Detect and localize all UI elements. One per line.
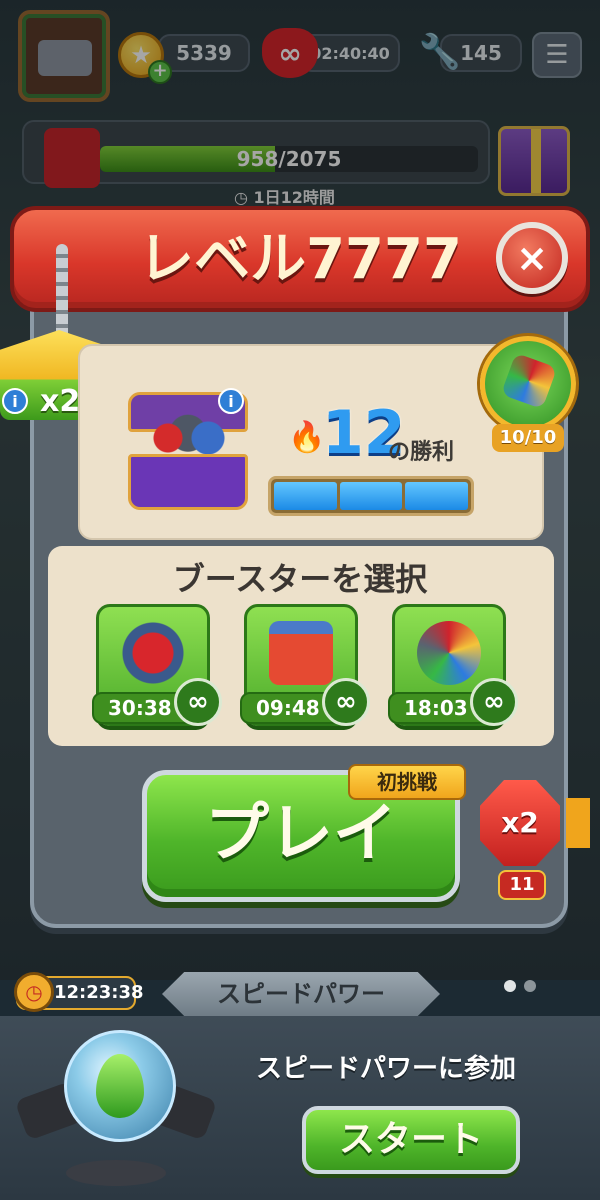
chest-body <box>128 454 248 510</box>
page-indicator[interactable] <box>504 980 536 992</box>
booster-rocket-infinity-icon: ∞ <box>174 678 222 726</box>
page-dot[interactable] <box>524 980 536 992</box>
start-button[interactable]: スタート <box>302 1106 520 1174</box>
multiplier-badge-count: 11 <box>498 870 546 900</box>
gem-cluster-icon <box>500 352 558 410</box>
booster-dynamite-infinity: ∞ <box>335 687 357 717</box>
boosters-title: ブースターを選択 <box>172 560 428 598</box>
multiplier-badge[interactable]: x2 <box>480 780 560 866</box>
chain-icon <box>56 244 68 344</box>
stand-base <box>66 1160 166 1186</box>
alarm-clock-icon: ◷ <box>14 972 54 1012</box>
multiplier-tag-label: x2 <box>40 384 81 419</box>
streak-segment <box>405 482 469 510</box>
multiplier-ribbon <box>566 798 590 848</box>
tag-info-glyph: i <box>12 391 18 411</box>
streak-progress-bar <box>268 476 474 516</box>
booster-gem-infinity-icon: ∞ <box>470 678 518 726</box>
double-rocket-icon <box>121 621 185 685</box>
streak-label: の勝利 <box>388 440 455 465</box>
streak-segment <box>274 482 337 510</box>
booster-gem-infinity: ∞ <box>483 687 505 717</box>
first-try-badge: 初挑戦 <box>348 764 466 800</box>
tag-info-icon[interactable]: i <box>2 388 28 414</box>
dynamite-icon <box>269 621 333 685</box>
blue-flame-icon: 🔥 <box>288 420 326 455</box>
gem-badge-count: 10/10 <box>492 424 564 452</box>
level-title: レベル7777 <box>138 227 462 292</box>
close-icon: × <box>516 236 548 280</box>
join-speed-power-text: スピードパワーに参加 <box>256 1054 517 1084</box>
booster-rocket-infinity: ∞ <box>187 687 209 717</box>
close-button[interactable]: × <box>496 222 568 294</box>
streak-segment <box>339 482 403 510</box>
chest-info-icon[interactable]: i <box>218 388 244 414</box>
gem-ball-icon <box>417 621 481 685</box>
gem-cluster-badge[interactable] <box>480 336 576 432</box>
page-dot[interactable] <box>504 980 516 992</box>
speed-power-tab[interactable]: スピードパワー <box>162 972 440 1016</box>
chest-info-glyph: i <box>228 391 234 411</box>
booster-dynamite-infinity-icon: ∞ <box>322 678 370 726</box>
